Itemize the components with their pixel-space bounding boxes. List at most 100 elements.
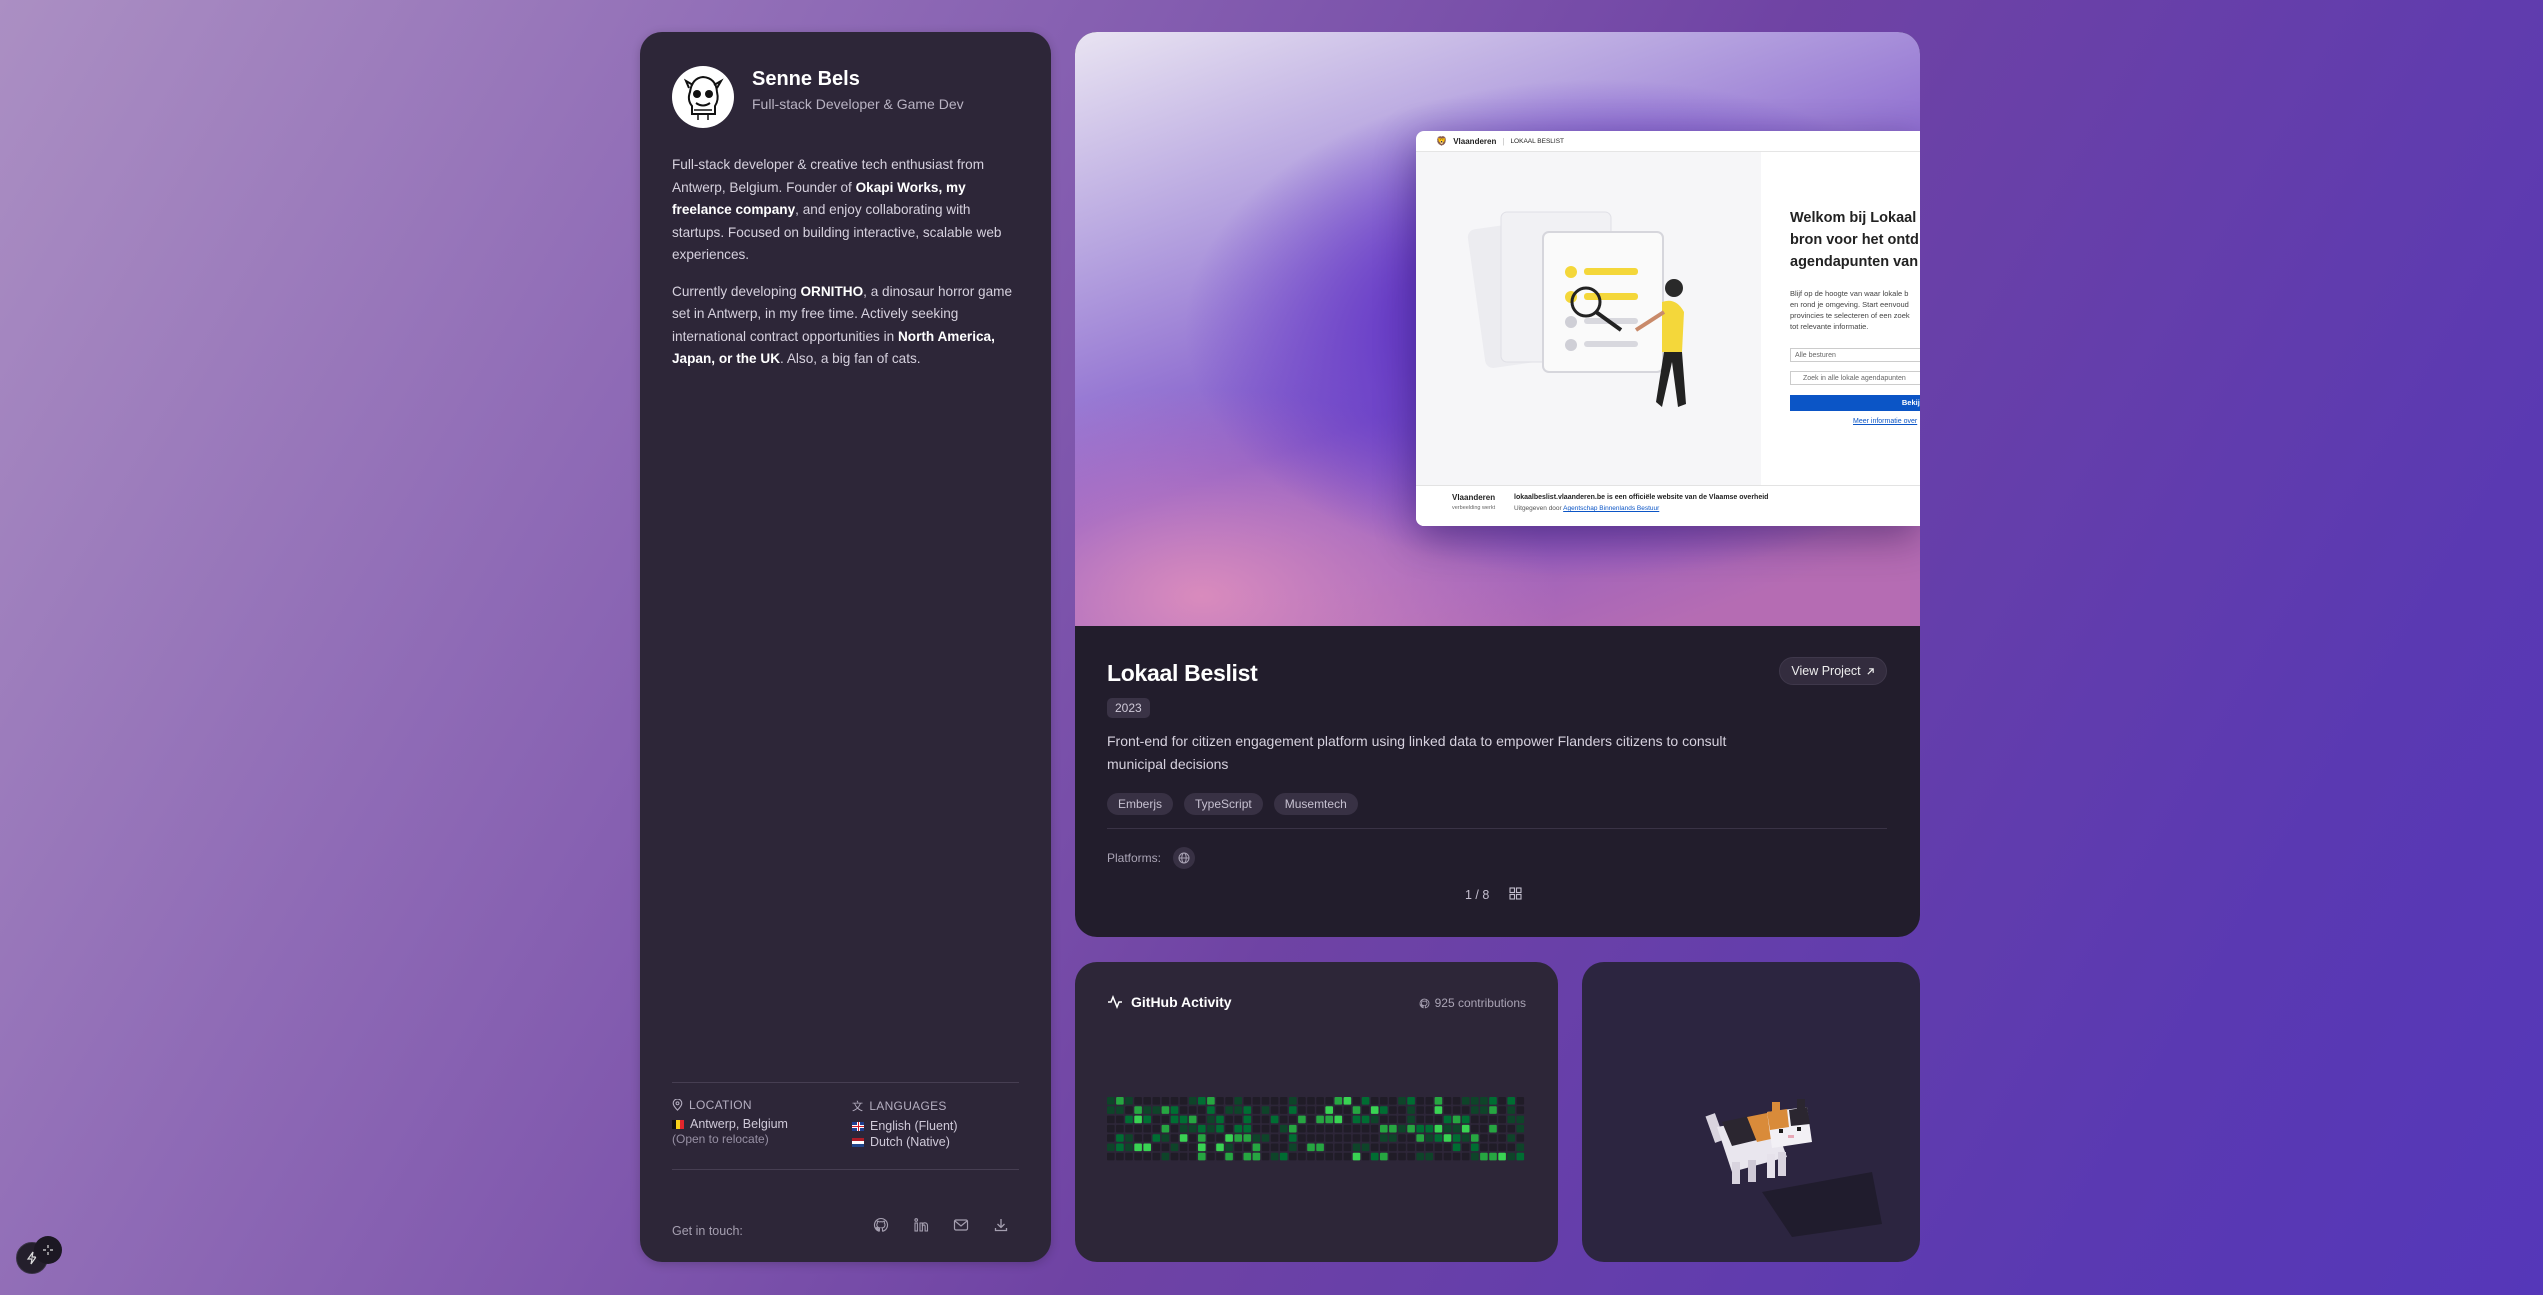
tag: Musemtech — [1273, 793, 1358, 815]
contribution-cell — [1116, 1134, 1124, 1142]
contribution-cell — [1143, 1134, 1151, 1142]
contribution-cell — [1434, 1106, 1443, 1114]
screenshot-search: Zoek in alle lokale agendapunten — [1790, 371, 1920, 385]
grid-icon[interactable] — [1509, 887, 1522, 903]
contribution-cell — [1125, 1124, 1133, 1133]
contribution-cell — [1480, 1152, 1488, 1161]
contribution-cell — [1398, 1143, 1406, 1152]
contribution-cell — [1107, 1134, 1115, 1142]
globe-icon — [1173, 847, 1196, 869]
view-project-button[interactable]: View Project — [1779, 657, 1887, 685]
contribution-cell — [1398, 1106, 1406, 1114]
contribution-cell — [1498, 1124, 1506, 1133]
contribution-cell — [1452, 1124, 1461, 1133]
contribution-cell — [1389, 1115, 1397, 1124]
contribution-cell — [1116, 1106, 1124, 1114]
contribution-cell — [1389, 1097, 1397, 1105]
project-screenshot[interactable]: 🦁 Vlaanderen | LOKAAL BESLIST Welkom bij… — [1416, 131, 1920, 526]
contribution-cell — [1407, 1106, 1415, 1114]
linkedin-icon[interactable] — [912, 1216, 930, 1234]
contribution-cell — [1243, 1134, 1252, 1142]
contribution-cell — [1234, 1115, 1242, 1124]
contribution-cell — [1480, 1097, 1488, 1105]
contribution-cell — [1361, 1124, 1370, 1133]
contribution-cell — [1434, 1115, 1443, 1124]
contribution-cell — [1507, 1134, 1515, 1142]
contribution-cell — [1307, 1134, 1315, 1142]
contribution-cell — [1152, 1106, 1161, 1114]
contribution-cell — [1107, 1106, 1115, 1114]
contribution-cell — [1307, 1152, 1315, 1161]
download-icon[interactable] — [992, 1216, 1010, 1234]
contribution-cell — [1489, 1106, 1497, 1114]
contribution-cell — [1134, 1124, 1142, 1133]
contribution-cell — [1370, 1115, 1379, 1124]
github-icon — [1418, 998, 1429, 1008]
contribution-cell — [1352, 1152, 1361, 1161]
contribution-cell — [1480, 1106, 1488, 1114]
contribution-cell — [1471, 1097, 1479, 1105]
contribution-cell — [1270, 1106, 1279, 1114]
contribution-cell — [1243, 1115, 1252, 1124]
voxel-cat-illustration — [1705, 1099, 1882, 1237]
contribution-cell — [1498, 1152, 1506, 1161]
bio: Full-stack developer & creative tech ent… — [672, 154, 1022, 385]
platforms-label: Platforms: — [1107, 851, 1162, 865]
contribution-cell — [1298, 1124, 1306, 1133]
contribution-cell — [1161, 1115, 1170, 1124]
contribution-cell — [1152, 1152, 1161, 1161]
sparkle-button[interactable] — [34, 1236, 62, 1264]
location-value: Antwerp, Belgium — [690, 1117, 788, 1131]
contribution-cell — [1116, 1097, 1124, 1105]
screenshot-welcome: Welkom bij Lokaal B bron voor het ontd a… — [1790, 207, 1920, 273]
contribution-cell — [1416, 1152, 1424, 1161]
footer-line: Uitgegeven door — [1514, 505, 1564, 512]
screenshot-brand: Vlaanderen — [1453, 136, 1497, 146]
contribution-cell — [1188, 1143, 1197, 1152]
contribution-cell — [1471, 1124, 1479, 1133]
contribution-cell — [1161, 1134, 1170, 1142]
avatar — [672, 66, 734, 128]
contribution-cell — [1188, 1124, 1197, 1133]
contribution-cell — [1361, 1134, 1370, 1142]
contribution-cell — [1116, 1143, 1124, 1152]
contribution-cell — [1416, 1115, 1424, 1124]
contribution-cell — [1471, 1152, 1479, 1161]
cat-card[interactable] — [1582, 962, 1920, 1262]
contribution-cell — [1188, 1134, 1197, 1142]
contribution-cell — [1161, 1106, 1170, 1114]
contribution-cell — [1461, 1143, 1470, 1152]
contribution-cell — [1289, 1134, 1297, 1142]
contribution-cell — [1234, 1143, 1242, 1152]
contribution-cell — [1416, 1106, 1424, 1114]
mail-icon[interactable] — [952, 1216, 970, 1234]
uk-flag-icon — [852, 1121, 864, 1131]
contribution-cell — [1407, 1115, 1415, 1124]
contribution-cell — [1216, 1143, 1224, 1152]
language-item: English (Fluent) — [870, 1119, 958, 1133]
intro-line: en rond je omgeving. Start eenvoud — [1790, 300, 1909, 309]
contribution-cell — [1325, 1152, 1333, 1161]
github-icon[interactable] — [872, 1216, 890, 1234]
project-year-badge: 2023 — [1107, 698, 1150, 718]
contribution-cell — [1279, 1152, 1288, 1161]
contribution-cell — [1370, 1143, 1379, 1152]
contribution-cell — [1452, 1152, 1461, 1161]
contribution-cell — [1289, 1106, 1297, 1114]
bio-text: . Also, a big fan of cats. — [780, 351, 921, 366]
contribution-cell — [1216, 1097, 1224, 1105]
contribution-cell — [1261, 1106, 1270, 1114]
contribution-cell — [1225, 1106, 1233, 1114]
contribution-cell — [1334, 1134, 1343, 1142]
contribution-cell — [1107, 1152, 1115, 1161]
contribution-cell — [1116, 1115, 1124, 1124]
contribution-cell — [1134, 1134, 1142, 1142]
contribution-cell — [1461, 1134, 1470, 1142]
contribution-cell — [1307, 1124, 1315, 1133]
contribution-cell — [1352, 1097, 1361, 1105]
contribution-cell — [1125, 1134, 1133, 1142]
contribution-cell — [1434, 1124, 1443, 1133]
screenshot-illustration — [1416, 152, 1761, 485]
contribution-cell — [1516, 1143, 1525, 1152]
contribution-cell — [1407, 1134, 1415, 1142]
